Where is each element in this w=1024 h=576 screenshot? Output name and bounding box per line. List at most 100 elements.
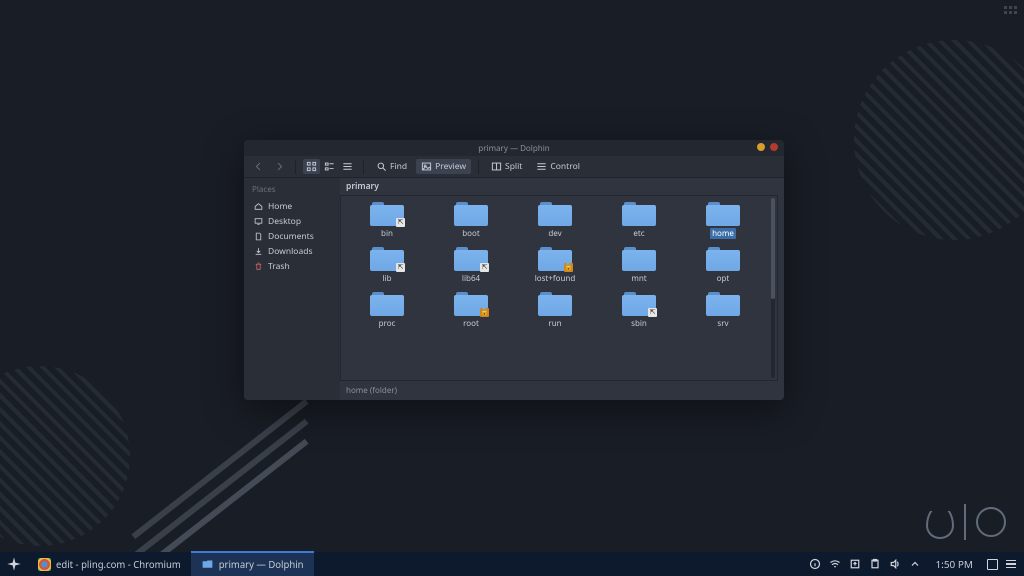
folder-icon (454, 202, 488, 226)
launcher-icon (6, 556, 22, 572)
split-icon (491, 161, 502, 172)
folder-icon (538, 292, 572, 316)
drop-icon (926, 505, 954, 539)
show-desktop-button[interactable] (987, 559, 998, 570)
sidebar-item-label: Home (268, 201, 292, 212)
folder-label: srv (717, 318, 728, 329)
lock-badge-icon: 🔒 (564, 263, 573, 272)
view-details-button[interactable] (339, 159, 356, 174)
clock[interactable]: 1:50 PM (929, 557, 979, 571)
breadcrumb[interactable]: primary (340, 178, 784, 195)
folder-item[interactable]: mnt (599, 245, 679, 286)
control-menu-button[interactable]: Control (531, 159, 585, 174)
window-title: primary — Dolphin (478, 143, 549, 154)
taskbar-task-dolphin[interactable]: primary — Dolphin (191, 552, 314, 576)
info-tray-icon[interactable] (809, 558, 821, 570)
symlink-badge-icon: ⇱ (480, 263, 489, 272)
taskbar-task-chromium[interactable]: edit - pling.com - Chromium (28, 552, 191, 576)
folder-item[interactable]: run (515, 290, 595, 331)
folder-item[interactable]: 🔒lost+found (515, 245, 595, 286)
folder-label: boot (462, 228, 480, 239)
split-button[interactable]: Split (486, 159, 527, 174)
minimize-button[interactable] (757, 143, 765, 151)
desktop-decor-circle (0, 366, 130, 546)
find-button[interactable]: Find (371, 159, 412, 174)
desktop-decor-lines (140, 426, 340, 546)
folder-item[interactable]: 🔒root (431, 290, 511, 331)
ring-icon (976, 507, 1006, 537)
preview-button[interactable]: Preview (416, 159, 471, 174)
titlebar[interactable]: primary — Dolphin (244, 140, 784, 156)
folder-label: sbin (631, 318, 647, 329)
folder-icon (706, 292, 740, 316)
sidebar-item-documents[interactable]: Documents (252, 229, 334, 244)
sidebar-section-title: Places (252, 184, 334, 195)
folder-item[interactable]: srv (683, 290, 763, 331)
app-launcher-button[interactable] (0, 552, 28, 576)
folder-label: proc (379, 318, 396, 329)
folder-label: run (548, 318, 561, 329)
desktop-icon (254, 217, 263, 226)
tray-expand-icon[interactable] (909, 558, 921, 570)
hamburger-icon (536, 161, 547, 172)
trash-icon (254, 262, 263, 271)
sidebar-item-label: Desktop (268, 216, 301, 227)
folder-item[interactable]: ⇱lib64 (431, 245, 511, 286)
folder-icon: ⇱ (622, 292, 656, 316)
scrollbar-thumb[interactable] (771, 198, 775, 299)
folder-label: lib64 (462, 273, 480, 284)
compact-icon (324, 161, 335, 172)
folder-item[interactable]: dev (515, 200, 595, 241)
sidebar-item-desktop[interactable]: Desktop (252, 214, 334, 229)
panel-menu-button[interactable] (1006, 560, 1016, 569)
clipboard-tray-icon[interactable] (869, 558, 881, 570)
system-tray: 1:50 PM (801, 552, 1024, 576)
folder-label: bin (381, 228, 393, 239)
taskbar: edit - pling.com - Chromium primary — Dol… (0, 552, 1024, 576)
task-title: primary — Dolphin (219, 558, 304, 571)
sidebar-item-downloads[interactable]: Downloads (252, 244, 334, 259)
symlink-badge-icon: ⇱ (396, 263, 405, 272)
places-sidebar: Places Home Desktop DocumentsDownloadsTras… (244, 178, 340, 400)
chevron-left-icon (253, 161, 264, 172)
folder-item[interactable]: ⇱sbin (599, 290, 679, 331)
volume-tray-icon[interactable] (889, 558, 901, 570)
dolphin-window[interactable]: primary — Dolphin Find (244, 140, 784, 400)
view-compact-button[interactable] (321, 159, 338, 174)
home-icon (254, 202, 263, 211)
lock-badge-icon: 🔒 (480, 308, 489, 317)
folder-label: mnt (631, 273, 646, 284)
wifi-tray-icon[interactable] (829, 558, 841, 570)
toolbar: Find Preview Split Control (244, 156, 784, 178)
folder-icon (706, 202, 740, 226)
folder-icon: ⇱ (370, 247, 404, 271)
folder-item[interactable]: home (683, 200, 763, 241)
downloads-icon (254, 247, 263, 256)
file-grid[interactable]: ⇱binbootdevetchome⇱lib⇱lib64🔒lost+foundm… (341, 196, 769, 380)
documents-icon (254, 232, 263, 241)
folder-icon: 🔒 (538, 247, 572, 271)
folder-icon (622, 247, 656, 271)
control-label: Control (550, 161, 580, 172)
folder-label: home (710, 228, 736, 239)
close-button[interactable] (770, 143, 778, 151)
folder-icon (706, 247, 740, 271)
nav-back-button[interactable] (250, 159, 267, 174)
symlink-badge-icon: ⇱ (648, 308, 657, 317)
sidebar-item-home[interactable]: Home (252, 199, 334, 214)
nav-forward-button[interactable] (271, 159, 288, 174)
folder-item[interactable]: proc (347, 290, 427, 331)
updates-tray-icon[interactable] (849, 558, 861, 570)
folder-icon: ⇱ (454, 247, 488, 271)
grid-icon (306, 161, 317, 172)
sidebar-item-trash[interactable]: Trash (252, 259, 334, 274)
folder-item[interactable]: boot (431, 200, 511, 241)
folder-item[interactable]: ⇱bin (347, 200, 427, 241)
folder-item[interactable]: ⇱lib (347, 245, 427, 286)
folder-icon (622, 202, 656, 226)
scrollbar[interactable] (771, 198, 775, 378)
folder-item[interactable]: opt (683, 245, 763, 286)
view-icons-button[interactable] (303, 159, 320, 174)
desktop-menu-indicator[interactable] (1002, 4, 1018, 16)
folder-item[interactable]: etc (599, 200, 679, 241)
